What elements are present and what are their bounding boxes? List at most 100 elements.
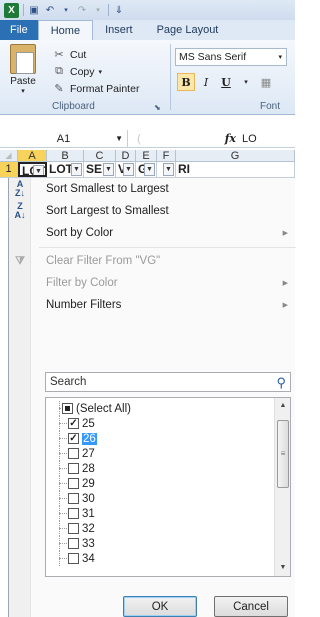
copy-button[interactable]: ⧉ Copy ▾ [52,63,139,80]
chevron-down-icon[interactable]: ▼ [115,134,123,143]
filter-dropdown-icon[interactable]: ▼ [144,163,155,176]
column-header-e[interactable]: E [136,150,157,162]
filter-dropdown-icon[interactable]: ▼ [163,163,174,176]
paste-button[interactable]: Paste ▾ [4,44,42,95]
scroll-up-icon[interactable]: ▲ [275,398,290,414]
item-checkbox[interactable] [68,553,79,564]
list-item[interactable]: 30 [50,491,95,506]
search-field[interactable]: Search ⚲ [45,372,291,392]
formula-input[interactable]: LO [242,133,257,145]
tab-file[interactable]: File [0,20,38,40]
submenu-arrow-icon: ▶ [282,302,288,309]
list-item[interactable]: 27 [50,446,95,461]
cell-text: SE [86,162,103,176]
filter-dropdown-icon[interactable]: ▼ [33,165,44,175]
select-all-corner[interactable]: ◢ [0,150,18,161]
copy-dropdown-icon[interactable]: ▾ [99,68,103,76]
item-checkbox[interactable] [68,523,79,534]
item-checkbox[interactable]: ✓ [68,418,79,429]
bold-button[interactable]: B [177,73,195,91]
font-name-select[interactable]: MS Sans Serif ▾ [175,48,287,66]
borders-icon[interactable]: ▦ [257,73,275,91]
paste-dropdown-icon[interactable]: ▾ [4,87,42,95]
column-header-a[interactable]: A [18,150,47,162]
cell-a1[interactable]: LOT ▼ [18,162,47,177]
tab-insert[interactable]: Insert [93,20,145,40]
insert-function-icon[interactable]: fx [150,132,242,145]
scroll-down-icon[interactable]: ▼ [275,560,290,576]
tab-home[interactable]: Home [37,20,94,40]
cell-e1[interactable]: G ▼ [136,162,157,177]
cell-f1[interactable]: ▼ [157,162,176,177]
undo-icon[interactable]: ↶ [44,5,56,16]
column-header-d[interactable]: D [116,150,136,162]
item-checkbox[interactable] [68,508,79,519]
clipboard-launcher-icon[interactable]: ⬊ [154,103,161,112]
cut-button[interactable]: ✂ Cut [52,46,139,63]
item-label: 33 [82,537,95,550]
filter-by-color-item[interactable]: Filter by Color ▶ [9,272,296,294]
format-painter-button[interactable]: ✎ Format Painter [52,80,139,97]
list-item[interactable]: 34 [50,551,95,566]
name-box[interactable]: A1 ▼ [0,129,128,148]
scroll-thumb[interactable]: ≡ [277,420,289,488]
filter-dropdown-icon[interactable]: ▼ [123,163,134,176]
excel-logo-icon[interactable]: X [4,2,19,18]
sort-by-color-item[interactable]: Sort by Color ▶ [9,222,296,244]
list-item[interactable]: 31 [50,506,95,521]
italic-button[interactable]: I [197,73,215,91]
list-item[interactable]: 29 [50,476,95,491]
list-item[interactable]: 28 [50,461,95,476]
underline-dropdown-icon[interactable]: ▾ [237,73,255,91]
row-number[interactable]: 1 [0,162,18,177]
item-checkbox[interactable] [68,448,79,459]
list-item[interactable]: ✓ 25 [50,416,95,431]
column-header-g[interactable]: G [176,150,295,162]
item-label: 25 [82,417,95,430]
item-checkbox[interactable] [68,463,79,474]
cell-g1[interactable]: RI [176,162,295,177]
tab-page-layout[interactable]: Page Layout [145,20,231,40]
cell-d1[interactable]: V ▼ [116,162,136,177]
list-item[interactable]: 33 [50,536,95,551]
column-header-f[interactable]: F [157,150,176,162]
sort-descending-item[interactable]: Z A↓ Sort Largest to Smallest [9,200,296,222]
list-item[interactable]: 32 [50,521,95,536]
redo-icon[interactable]: ↷ [76,5,88,16]
select-all-checkbox[interactable] [62,403,73,414]
redo-dropdown-icon[interactable]: ▾ [92,6,104,14]
customize-toolbar-icon[interactable]: ⇓ [113,5,125,16]
number-filters-label: Number Filters [46,299,122,311]
copy-icon: ⧉ [55,65,63,77]
column-header-c[interactable]: C [84,150,116,162]
ok-button[interactable]: OK [123,596,197,617]
filter-dropdown-icon[interactable]: ▼ [71,163,82,176]
underline-button[interactable]: U [217,73,235,91]
cancel-button[interactable]: Cancel [214,596,288,617]
number-filters-item[interactable]: Number Filters ▶ [9,294,296,316]
filter-dropdown-icon[interactable]: ▼ [103,163,114,176]
cell-c1[interactable]: SE ▼ [84,162,116,177]
tree-line [50,521,68,536]
clear-filter-item[interactable]: ⧩ Clear Filter From "VG" [9,250,296,272]
column-header-b[interactable]: B [47,150,84,162]
scissors-icon: ✂ [54,49,64,61]
item-checkbox[interactable]: ✓ [68,433,79,444]
list-scrollbar[interactable]: ▲ ≡ ▼ [274,398,290,576]
quick-access-toolbar: X ▣ ↶ ▾ ↷ ▾ ⇓ [0,0,295,20]
undo-dropdown-icon[interactable]: ▾ [60,6,72,14]
item-label: 29 [82,477,95,490]
list-item[interactable]: ✓ 26 [50,431,97,446]
save-icon[interactable]: ▣ [28,5,40,16]
item-checkbox[interactable] [68,493,79,504]
item-checkbox[interactable] [68,538,79,549]
sort-descending-label: Sort Largest to Smallest [46,205,169,217]
submenu-arrow-icon: ▶ [282,230,288,237]
sort-ascending-item[interactable]: A Z↓ Sort Smallest to Largest [9,178,296,200]
item-checkbox[interactable] [68,478,79,489]
search-icon[interactable]: ⚲ [276,375,286,391]
filter-values-list[interactable]: (Select All) ✓ 25 ✓ 26 27 28 29 30 31 32… [45,397,291,577]
item-label: 32 [82,522,95,535]
list-item-select-all[interactable]: (Select All) [50,401,131,416]
cell-b1[interactable]: LOT ▼ [47,162,84,177]
